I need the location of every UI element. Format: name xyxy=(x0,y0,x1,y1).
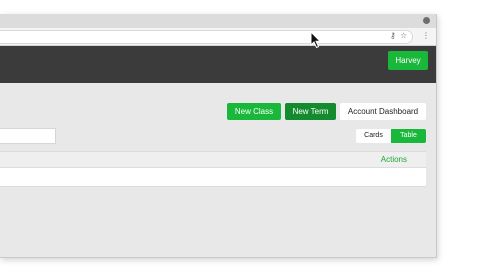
mouse-cursor-icon xyxy=(310,31,322,49)
account-dashboard-button[interactable]: Account Dashboard xyxy=(340,103,426,120)
address-bar[interactable] xyxy=(0,30,413,44)
browser-toolbar: ⚷ ☆ ⋮ xyxy=(0,28,436,46)
table-header: Actions xyxy=(0,151,426,167)
cards-view-button[interactable]: Cards xyxy=(356,129,391,143)
actions-column-header: Actions xyxy=(380,155,407,164)
browser-window: ⚷ ☆ ⋮ Harvey New Class New Term Account … xyxy=(0,14,437,258)
main-content: New Class New Term Account Dashboard Car… xyxy=(0,83,436,257)
profile-icon[interactable] xyxy=(423,17,430,24)
key-icon[interactable]: ⚷ xyxy=(390,30,396,42)
menu-icon[interactable]: ⋮ xyxy=(422,30,430,42)
table-row[interactable] xyxy=(0,167,426,187)
view-toggle: Cards Table xyxy=(356,129,426,143)
new-term-button[interactable]: New Term xyxy=(285,103,336,120)
user-menu-button[interactable]: Harvey xyxy=(388,51,428,70)
app-header: Harvey xyxy=(0,46,436,83)
browser-titlebar xyxy=(0,14,436,28)
search-input[interactable] xyxy=(0,128,56,144)
star-icon[interactable]: ☆ xyxy=(400,30,407,42)
table-view-button[interactable]: Table xyxy=(391,129,426,143)
new-class-button[interactable]: New Class xyxy=(227,103,281,120)
